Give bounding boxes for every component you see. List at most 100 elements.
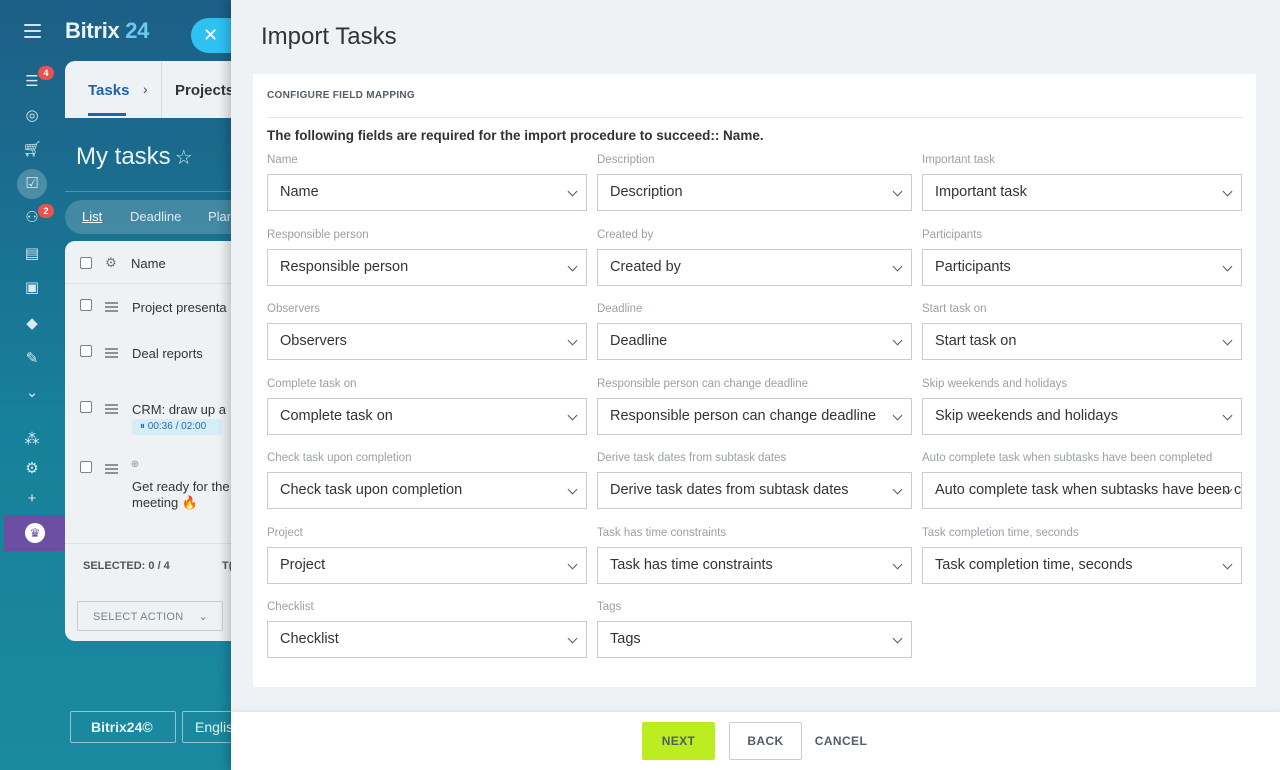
task-title[interactable]: Get ready for the [132,479,230,494]
view-tab-deadline[interactable]: Deadline [130,209,181,224]
cancel-button[interactable]: CANCEL [811,722,871,760]
field-mapping-card: CONFIGURE FIELD MAPPING The following fi… [253,74,1256,687]
target-icon[interactable]: ◎ [22,106,42,126]
field-select[interactable]: Auto complete task when subtasks have be… [922,472,1242,509]
task-title-line2: meeting 🔥 [132,495,199,510]
field-select[interactable]: Checklist [267,621,587,658]
task-timer[interactable]: ⏸ 00:36 / 02:00 [132,419,222,435]
drag-handle-icon[interactable] [105,302,118,312]
field-mapping-item: Skip weekends and holidays Skip weekends … [922,378,1242,435]
id-card-icon[interactable]: ▤ [22,244,42,264]
panel-title: Import Tasks [261,23,397,50]
add-subtask-icon[interactable]: ⊕ [128,458,142,472]
more-icon[interactable]: ⌄ [22,383,42,403]
chevron-down-icon [892,559,903,569]
task-title[interactable]: CRM: draw up a [132,402,226,417]
menu-hamburger-icon[interactable] [24,24,41,38]
chevron-down-icon [892,335,903,346]
field-select[interactable]: Start task on [922,323,1242,360]
field-select[interactable]: Deadline [597,323,912,360]
chevron-down-icon [567,633,578,644]
field-select-value: Description [610,184,683,200]
field-select-value: Start task on [935,333,1017,349]
required-fields-note: The following fields are required for th… [267,128,764,143]
field-select-value: Responsible person [280,258,409,275]
tasks-icon[interactable]: ☑ [22,174,42,194]
task-title[interactable]: Project presenta [132,300,227,315]
sign-icon[interactable]: ✎ [22,349,42,369]
field-select[interactable]: Participants [922,248,1242,286]
select-action-dropdown[interactable]: SELECT ACTION ⌄ [77,601,223,631]
view-tab-list[interactable]: List [82,209,102,224]
field-select[interactable]: Project [267,546,587,584]
field-mapping-item: Task has time constraints Task has time c… [597,527,912,584]
import-tasks-panel: Import Tasks CONFIGURE FIELD MAPPING The… [231,0,1280,770]
feed-badge: 4 [38,66,54,80]
field-select-value: Checklist [280,631,339,647]
field-select[interactable]: Important task [922,174,1242,211]
drag-handle-icon[interactable] [105,464,118,474]
row-checkbox[interactable] [80,461,92,473]
next-button[interactable]: NEXT [642,722,715,760]
upgrade-crown-button[interactable]: ♛ [4,515,65,551]
cart-icon[interactable]: 🛒︎ [22,140,42,160]
field-mapping-item: Check task upon completion Check task upo… [267,452,587,509]
chevron-down-icon [892,410,903,420]
row-checkbox[interactable] [80,345,92,357]
field-select-value: Skip weekends and holidays [935,407,1118,424]
nav-tab-tasks[interactable]: Tasks [88,82,129,99]
field-select[interactable]: Description [597,174,912,211]
settings-gear-icon[interactable]: ⚙ [101,253,121,273]
bitrix24-button[interactable]: Bitrix24© [70,711,176,743]
field-mapping-item: Deadline Deadline [597,303,912,360]
cube-icon[interactable]: ◆ [22,314,42,334]
field-select[interactable]: Responsible person [267,248,587,286]
field-label: Complete task on [267,377,357,390]
field-select-value: Responsible person can change deadline [610,407,877,424]
column-header-name[interactable]: Name [131,256,166,271]
task-title[interactable]: Deal reports [132,346,203,361]
field-label: Important task [922,154,995,166]
field-select-value: Participants [935,258,1011,275]
page-title: My tasks ☆ [76,143,193,170]
settings-gear-icon[interactable]: ⚙ [22,459,42,479]
favorite-star-icon[interactable]: ☆ [175,147,193,169]
chevron-down-icon [1222,335,1233,346]
field-select-value: Check task upon completion [280,482,463,498]
contacts-badge: 2 [38,204,54,218]
field-label: Responsible person [267,228,369,241]
nav-tab-projects[interactable]: Projects [175,82,234,99]
field-select[interactable]: Name [267,174,587,211]
section-divider [267,117,1243,118]
structure-icon[interactable]: ⁂ [22,430,42,450]
field-select[interactable]: Created by [597,248,912,286]
row-checkbox[interactable] [80,299,92,311]
field-select[interactable]: Check task upon completion [267,472,587,509]
close-icon: ✕ [203,25,219,45]
robot-icon[interactable]: ▣ [22,278,42,298]
field-select[interactable]: Complete task on [267,397,587,435]
field-select[interactable]: Task completion time, seconds [922,546,1242,584]
field-select[interactable]: Derive task dates from subtask dates [597,472,912,509]
field-select[interactable]: Responsible person can change deadline [597,397,912,435]
add-plus-icon[interactable]: + [22,489,42,509]
field-select-value: Derive task dates from subtask dates [610,482,849,498]
row-checkbox[interactable] [80,401,92,413]
field-select[interactable]: Task has time constraints [597,546,912,584]
field-select[interactable]: Tags [597,621,912,658]
field-label: Observers [267,303,321,315]
field-label: Description [597,154,655,166]
field-label: Tags [597,601,622,613]
drag-handle-icon[interactable] [105,404,118,414]
field-label: Project [267,526,303,539]
field-label: Checklist [267,601,314,613]
field-select[interactable]: Observers [267,323,587,360]
top-nav: Tasks › Projects [65,61,245,118]
field-mapping-item: Responsible person Responsible person [267,229,587,286]
field-select[interactable]: Skip weekends and holidays [922,397,1242,435]
back-button[interactable]: BACK [729,722,802,760]
chevron-down-icon [567,261,578,271]
select-all-checkbox[interactable] [80,257,92,269]
drag-handle-icon[interactable] [105,348,118,358]
field-select-value: Created by [610,258,681,275]
